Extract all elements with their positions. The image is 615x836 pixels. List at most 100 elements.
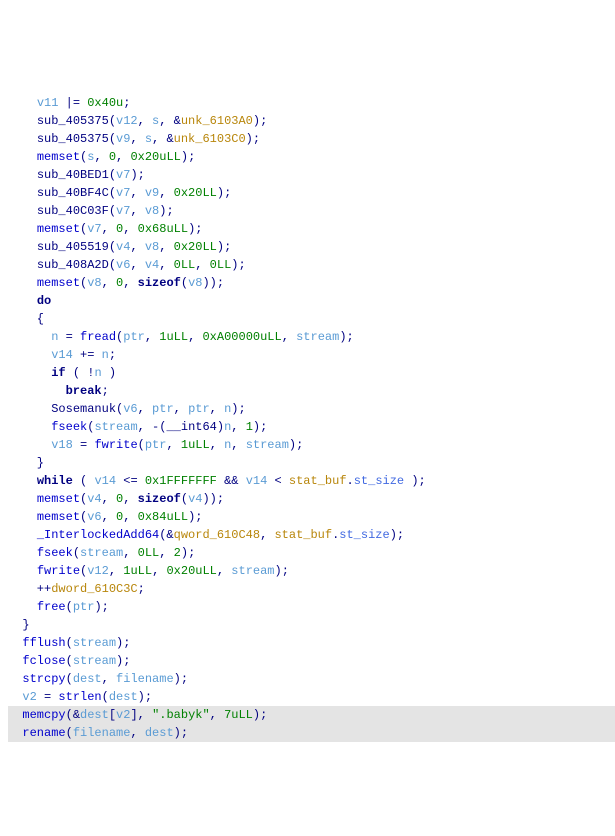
arg: v12 (116, 114, 138, 128)
code-line: _InterlockedAdd64(&qword_610C48, stat_bu… (8, 528, 404, 542)
arg: s (87, 150, 94, 164)
lib-call: fseek (51, 420, 87, 434)
arg: ptr (123, 330, 145, 344)
arg: v9 (116, 132, 130, 146)
lib-call: fread (80, 330, 116, 344)
code-line-highlight: memcpy(&dest[v2], ".babyk", 7uLL); (8, 706, 615, 724)
lib-call: _InterlockedAdd64 (37, 528, 159, 542)
arg: ptr (145, 438, 167, 452)
code-line: break; (8, 384, 109, 398)
arg: v7 (116, 186, 130, 200)
keyword: break (66, 384, 102, 398)
arg: stream (73, 654, 116, 668)
arg: v4 (145, 258, 159, 272)
num: 0 (116, 492, 123, 506)
lib-call: memset (37, 492, 80, 506)
lib-call: memset (37, 510, 80, 524)
var: v14 (51, 348, 73, 362)
num: 0x20LL (174, 186, 217, 200)
var: v2 (22, 690, 36, 704)
lib-call: fwrite (94, 438, 137, 452)
code-line: v14 += n; (8, 348, 116, 362)
arg: stream (231, 564, 274, 578)
code-line: sub_405375(v12, s, &unk_6103A0); (8, 114, 267, 128)
code-line: memset(s, 0, 0x20uLL); (8, 150, 195, 164)
lib-call: memcpy (22, 708, 65, 722)
var: v14 (94, 474, 116, 488)
fn-call: sub_405375 (37, 114, 109, 128)
code-line: strcpy(dest, filename); (8, 672, 188, 686)
num: 1uLL (181, 438, 210, 452)
arg: v4 (188, 492, 202, 506)
fn-call: sub_40BED1 (37, 168, 109, 182)
global: qword_610C48 (174, 528, 260, 542)
num: 0 (116, 510, 123, 524)
arg: dest (145, 726, 174, 740)
var: v18 (51, 438, 73, 452)
num: 0x84uLL (138, 510, 188, 524)
num: 0LL (138, 546, 160, 560)
arg: v4 (116, 240, 130, 254)
code-line: sub_408A2D(v6, v4, 0LL, 0LL); (8, 258, 246, 272)
keyword: while (37, 474, 73, 488)
arg: stream (73, 636, 116, 650)
code-line: if ( !n ) (8, 366, 116, 380)
code-line: do (8, 294, 51, 308)
arg: v8 (87, 276, 101, 290)
num: 0x1FFFFFFF (145, 474, 217, 488)
code-line: sub_40C03F(v7, v8); (8, 204, 174, 218)
code-line: fflush(stream); (8, 636, 130, 650)
code-line: memset(v7, 0, 0x68uLL); (8, 222, 202, 236)
arg: n (224, 420, 231, 434)
fn-call: sub_405375 (37, 132, 109, 146)
member: st_size (354, 474, 404, 488)
code-line: Sosemanuk(v6, ptr, ptr, n); (8, 402, 246, 416)
code-line: { (8, 312, 44, 326)
arg: stream (246, 438, 289, 452)
num: 0 (116, 222, 123, 236)
arg: s (152, 114, 159, 128)
arg: v6 (116, 258, 130, 272)
code-line: } (8, 456, 44, 470)
code-line: memset(v4, 0, sizeof(v4)); (8, 492, 224, 506)
fn-call: Sosemanuk (51, 402, 116, 416)
arg: dest (73, 672, 102, 686)
code-line: v11 |= 0x40u; (8, 96, 130, 110)
sizeof: sizeof (138, 276, 181, 290)
lib-call: memset (37, 276, 80, 290)
code-line: n = fread(ptr, 1uLL, 0xA00000uLL, stream… (8, 330, 354, 344)
code-line: ++dword_610C3C; (8, 582, 145, 596)
arg: n (224, 438, 231, 452)
num: 0xA00000uLL (202, 330, 281, 344)
num: 0LL (210, 258, 232, 272)
arg: stream (296, 330, 339, 344)
arg: v7 (87, 222, 101, 236)
num: 7uLL (224, 708, 253, 722)
var: n (102, 348, 109, 362)
keyword: do (37, 294, 51, 308)
code-line: } (8, 618, 30, 632)
code-line-highlight: rename(filename, dest); (8, 724, 615, 742)
arg: v8 (188, 276, 202, 290)
num: 0 (116, 276, 123, 290)
lib-call: strcpy (22, 672, 65, 686)
code-line: fseek(stream, 0LL, 2); (8, 546, 195, 560)
num: 0x20uLL (166, 564, 216, 578)
lib-call: fflush (22, 636, 65, 650)
arg: v8 (145, 204, 159, 218)
arg: stream (94, 420, 137, 434)
code-line: fwrite(v12, 1uLL, 0x20uLL, stream); (8, 564, 289, 578)
lib-call: fwrite (37, 564, 80, 578)
arg: filename (116, 672, 174, 686)
num: 0LL (174, 258, 196, 272)
var: v11 (37, 96, 59, 110)
num: 1uLL (159, 330, 188, 344)
var: n (51, 330, 58, 344)
num: 0x20LL (174, 240, 217, 254)
member: st_size (339, 528, 389, 542)
code-line: memset(v8, 0, sizeof(v8)); (8, 276, 224, 290)
arg: dest (109, 690, 138, 704)
arg: n (224, 402, 231, 416)
arg: s (145, 132, 152, 146)
code-line: sub_40BED1(v7); (8, 168, 145, 182)
